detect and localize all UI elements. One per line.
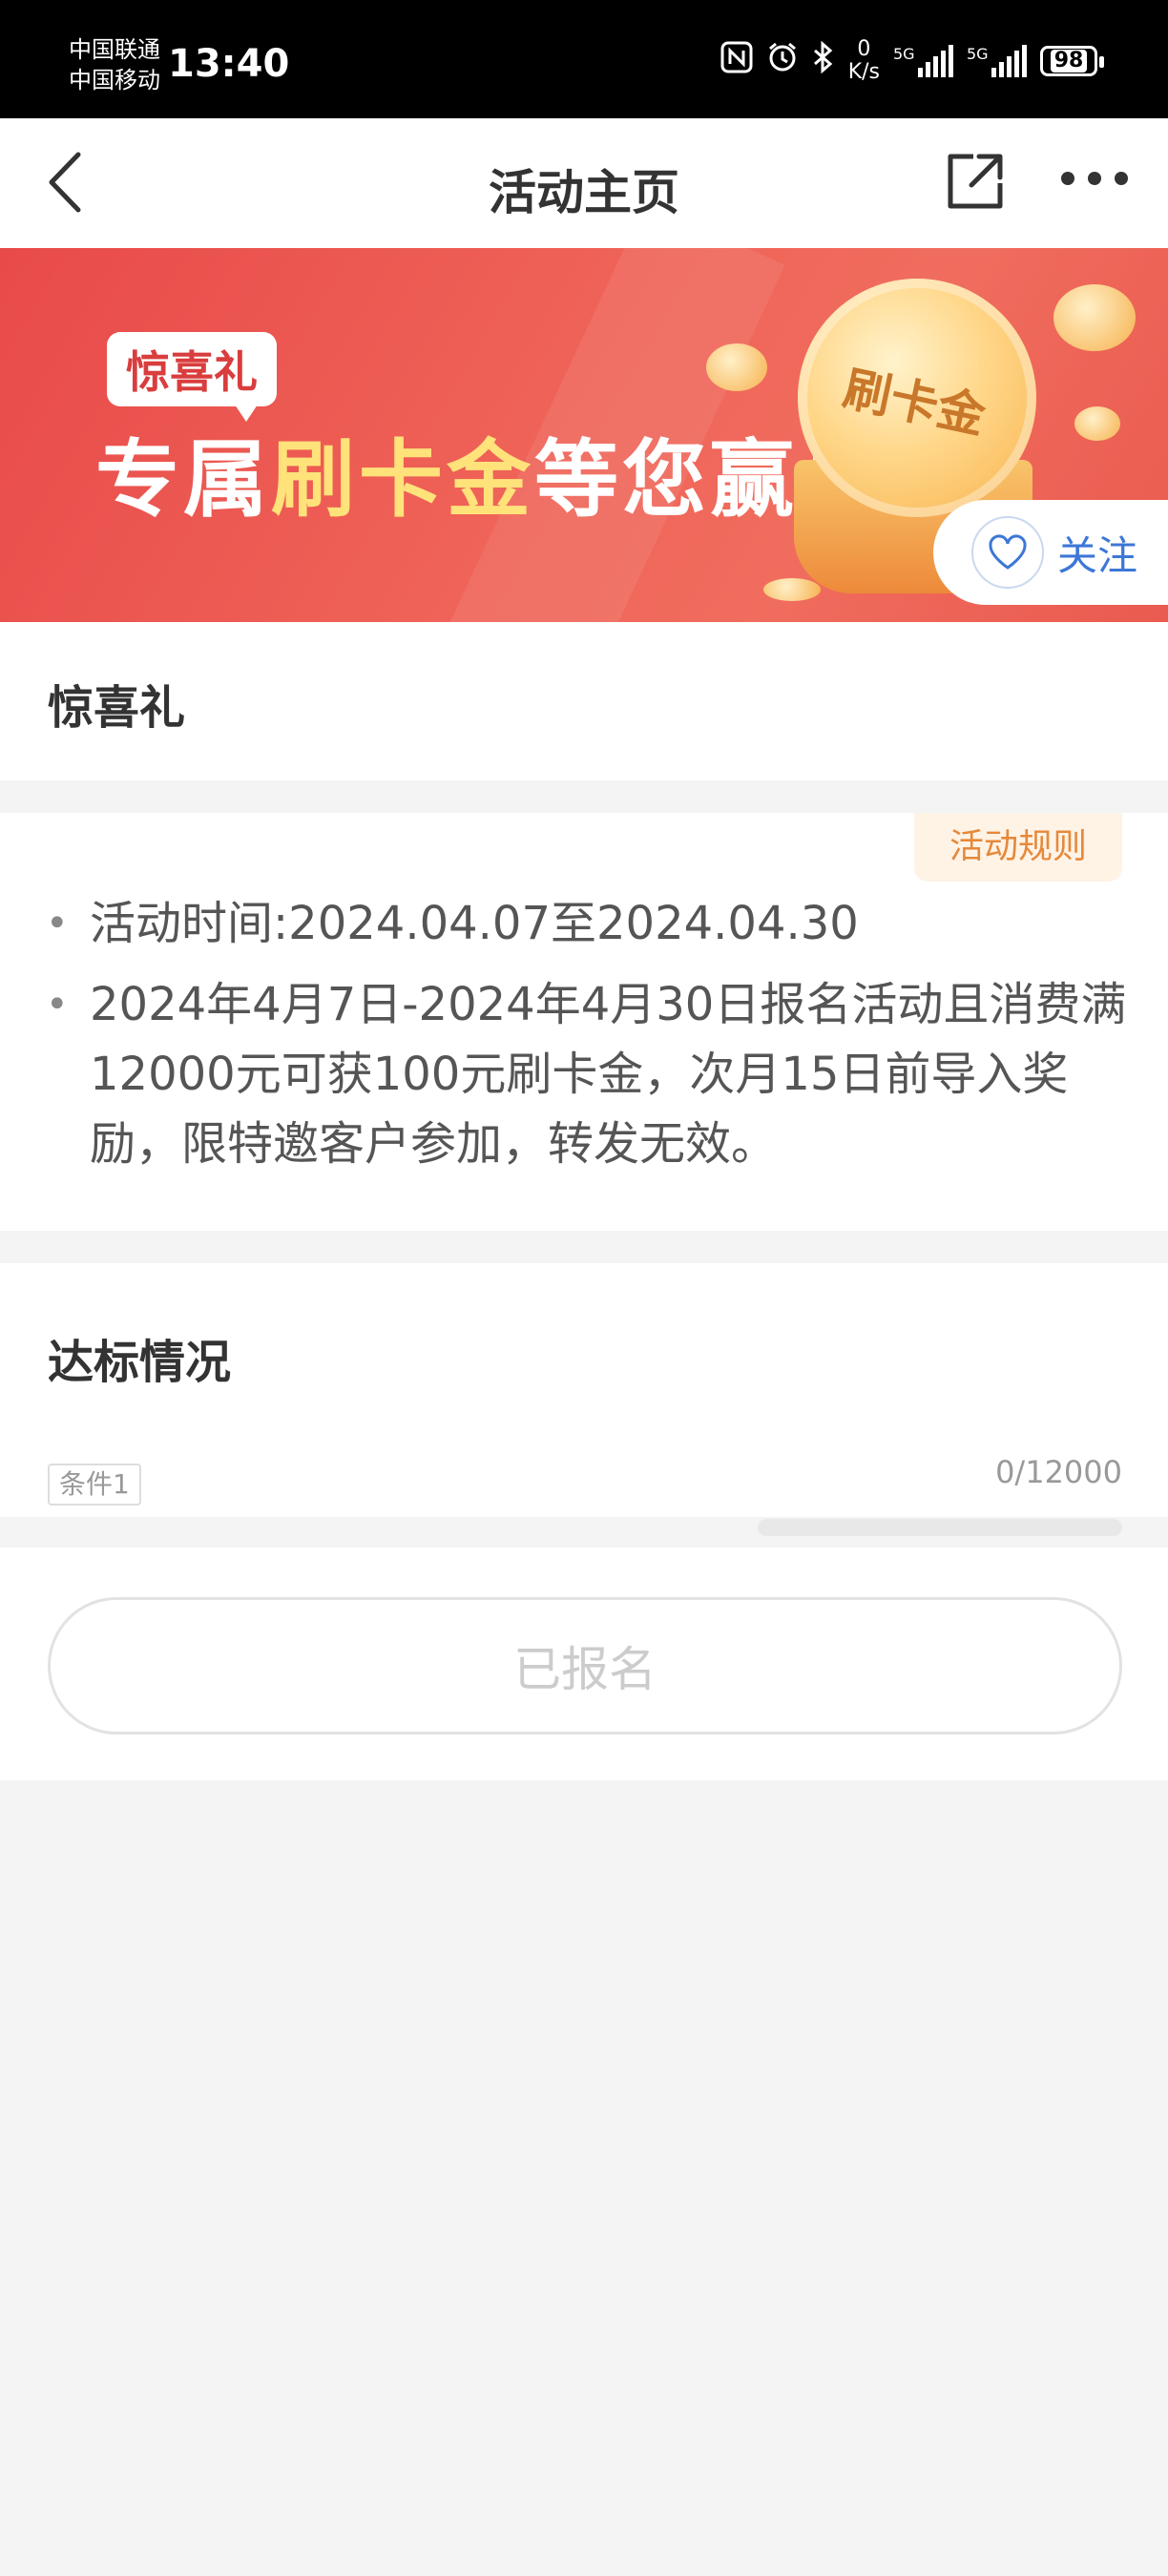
sim2-network-type: 5G xyxy=(967,45,989,63)
rules-section: 活动规则 • 活动时间:2024.04.07至2024.04.30 • 2024… xyxy=(0,813,1168,1231)
activity-name-section: 惊喜礼 xyxy=(0,622,1168,780)
progress-text: 0/12000 xyxy=(995,1454,1122,1490)
big-coin-illustration: 刷卡金 xyxy=(798,279,1036,517)
net-speed-value: 0 xyxy=(857,37,871,61)
carrier-labels: 中国联通 中国移动 xyxy=(69,34,160,95)
progress-bar xyxy=(758,1519,1122,1536)
share-icon xyxy=(948,154,1003,209)
list-item: • 活动时间:2024.04.07至2024.04.30 xyxy=(42,889,1130,959)
share-button[interactable] xyxy=(945,151,1006,212)
alarm-icon xyxy=(766,41,799,82)
banner-tag: 惊喜礼 xyxy=(107,332,277,422)
qualification-section: 达标情况 条件1 0/12000 xyxy=(0,1263,1168,1517)
status-bar: 中国联通 中国移动 13:40 0 K/s 5G 5G 98 xyxy=(0,0,1168,118)
slogan-prefix: 专属 xyxy=(95,430,272,529)
more-dot-icon xyxy=(1115,172,1128,185)
net-speed: 0 K/s xyxy=(848,38,880,84)
status-icons: 0 K/s 5G 5G 98 xyxy=(720,38,1104,84)
qualification-title: 达标情况 xyxy=(48,1336,232,1389)
rule-text: 2024年4月7日-2024年4月30日报名活动且消费满12000元可获100元… xyxy=(90,978,1127,1171)
coin-decoration xyxy=(706,343,767,391)
ad-label: 广告 xyxy=(1097,574,1143,601)
battery-icon: 98 xyxy=(1040,46,1104,76)
more-dot-icon xyxy=(1061,172,1074,185)
action-section: 已报名 xyxy=(0,1548,1168,1780)
coin-decoration xyxy=(1053,284,1136,351)
signup-button[interactable]: 已报名 xyxy=(48,1597,1122,1735)
carrier-1: 中国联通 xyxy=(69,36,160,63)
bluetooth-icon xyxy=(812,40,835,82)
bullet-dot: • xyxy=(46,983,69,1027)
rules-button[interactable]: 活动规则 xyxy=(914,813,1122,882)
coin-text: 刷卡金 xyxy=(838,360,991,445)
sim1-network-type: 5G xyxy=(893,45,915,63)
battery-level: 98 xyxy=(1050,50,1088,73)
promo-banner[interactable]: 惊喜礼 专属刷卡金等您赢！ 刷卡金 关注 广告 xyxy=(0,248,1168,622)
more-button[interactable] xyxy=(1061,172,1128,191)
signal-sim1-icon: 5G xyxy=(893,45,953,77)
heart-icon xyxy=(971,516,1044,589)
bullet-dot: • xyxy=(46,902,69,945)
more-dot-icon xyxy=(1088,172,1101,185)
carrier-2: 中国移动 xyxy=(69,67,160,93)
rules-list: • 活动时间:2024.04.07至2024.04.30 • 2024年4月7日… xyxy=(42,889,1130,1191)
net-speed-unit: K/s xyxy=(847,60,880,84)
signal-sim2-icon: 5G xyxy=(967,45,1027,77)
rule-text: 活动时间:2024.04.07至2024.04.30 xyxy=(90,897,859,950)
coin-decoration xyxy=(1074,406,1120,441)
clock: 13:40 xyxy=(168,42,290,86)
condition-tag: 条件1 xyxy=(48,1464,141,1506)
activity-name: 惊喜礼 xyxy=(48,681,186,735)
nav-bar: 活动主页 xyxy=(0,118,1168,248)
list-item: • 2024年4月7日-2024年4月30日报名活动且消费满12000元可获10… xyxy=(42,970,1130,1179)
slogan-highlight: 刷卡金 xyxy=(271,430,535,529)
nfc-icon xyxy=(720,41,753,82)
coin-decoration xyxy=(763,578,821,601)
banner-slogan: 专属刷卡金等您赢！ xyxy=(95,412,886,533)
